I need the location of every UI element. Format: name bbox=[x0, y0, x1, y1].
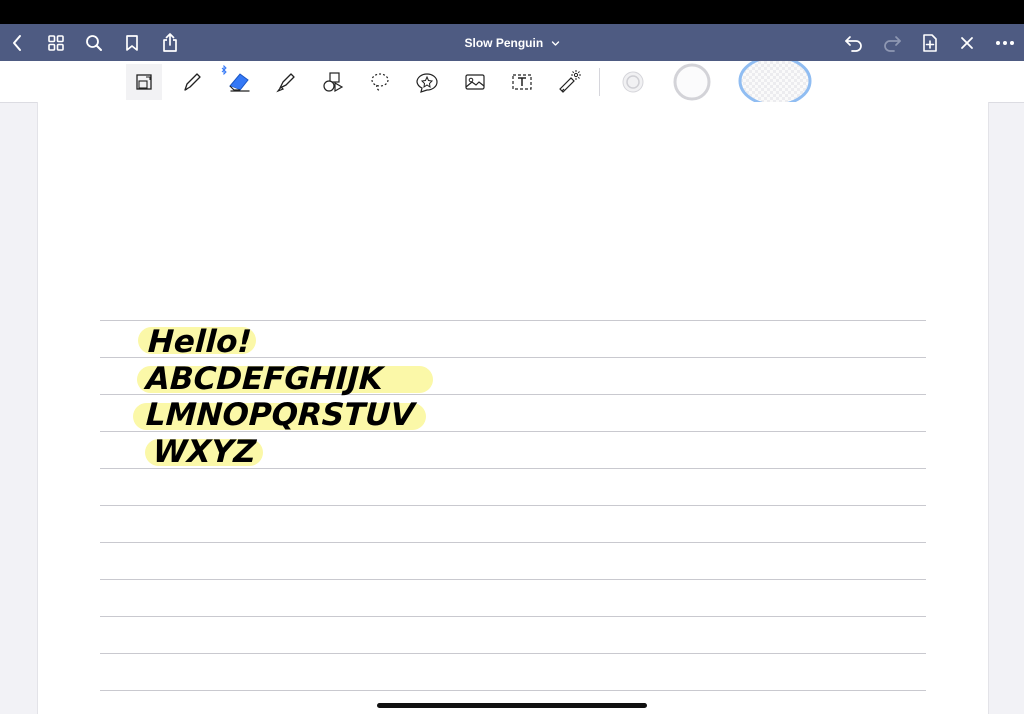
back-button[interactable] bbox=[3, 24, 33, 61]
bookmark-button[interactable] bbox=[117, 24, 147, 61]
sticker-icon bbox=[416, 73, 438, 93]
size-small-icon bbox=[622, 71, 644, 93]
close-icon bbox=[961, 36, 973, 49]
more-icon bbox=[996, 40, 1014, 45]
navigation-bar: Slow Penguin bbox=[0, 24, 1024, 61]
add-page-icon bbox=[923, 33, 937, 52]
chevron-left-icon bbox=[13, 34, 21, 51]
redo-icon bbox=[884, 35, 901, 52]
search-icon bbox=[86, 34, 102, 51]
eraser-size-medium[interactable] bbox=[670, 62, 714, 102]
bookmark-icon bbox=[126, 34, 138, 51]
text-tool[interactable] bbox=[504, 64, 540, 100]
add-page-button[interactable] bbox=[915, 24, 945, 61]
handwriting-line[interactable]: Hello! bbox=[147, 324, 253, 360]
share-button[interactable] bbox=[155, 24, 185, 61]
pen-icon bbox=[184, 73, 201, 91]
undo-icon bbox=[845, 35, 862, 52]
handwriting-line[interactable]: WXYZ bbox=[152, 434, 257, 470]
zoom-window-tool[interactable] bbox=[126, 64, 162, 100]
sticker-tool[interactable] bbox=[409, 64, 445, 100]
close-button[interactable] bbox=[952, 24, 982, 61]
thumbnails-button[interactable] bbox=[41, 24, 71, 61]
laser-pointer-tool[interactable] bbox=[551, 64, 587, 100]
ruled-line bbox=[100, 690, 926, 691]
pen-tool[interactable] bbox=[174, 64, 210, 100]
share-icon bbox=[163, 32, 177, 52]
ruled-line bbox=[100, 542, 926, 543]
shapes-tool[interactable] bbox=[315, 64, 351, 100]
more-button[interactable] bbox=[990, 24, 1020, 61]
status-bar bbox=[0, 0, 1024, 24]
image-tool[interactable] bbox=[457, 64, 493, 100]
handwriting-line[interactable]: LMNOPQRSTUV bbox=[145, 397, 415, 433]
redo-button[interactable] bbox=[877, 24, 907, 61]
document-title-button[interactable]: Slow Penguin bbox=[464, 36, 559, 50]
image-icon bbox=[465, 74, 485, 90]
handwriting-line[interactable]: ABCDEFGHIJK bbox=[145, 361, 384, 397]
toolbar-divider bbox=[599, 68, 600, 96]
lasso-tool[interactable] bbox=[362, 64, 398, 100]
chevron-down-icon bbox=[551, 41, 559, 46]
tool-bar bbox=[0, 61, 1024, 103]
bluetooth-icon bbox=[221, 65, 227, 75]
undo-button[interactable] bbox=[839, 24, 869, 61]
lasso-icon bbox=[371, 73, 389, 92]
ruled-line bbox=[100, 653, 926, 654]
size-large-icon bbox=[738, 61, 812, 102]
size-medium-icon bbox=[673, 63, 711, 101]
eraser-tool[interactable] bbox=[221, 64, 257, 100]
notebook-page[interactable]: Hello! ABCDEFGHIJK LMNOPQRSTUV WXYZ bbox=[37, 102, 989, 714]
eraser-icon bbox=[229, 73, 250, 92]
grid-icon bbox=[48, 34, 64, 51]
ruled-line bbox=[100, 320, 926, 321]
eraser-size-large[interactable] bbox=[734, 61, 816, 102]
ruled-line bbox=[100, 579, 926, 580]
eraser-size-small[interactable] bbox=[615, 64, 651, 100]
laser-pointer-icon bbox=[559, 70, 581, 93]
document-title: Slow Penguin bbox=[464, 35, 544, 50]
ruled-line bbox=[100, 616, 926, 617]
home-indicator[interactable] bbox=[377, 703, 647, 708]
highlighter-tool[interactable] bbox=[268, 64, 304, 100]
zoom-window-icon bbox=[136, 74, 152, 90]
highlighter-icon bbox=[276, 73, 295, 93]
shapes-icon bbox=[323, 72, 344, 93]
text-icon bbox=[512, 74, 532, 90]
search-button[interactable] bbox=[79, 24, 109, 61]
ruled-line bbox=[100, 505, 926, 506]
